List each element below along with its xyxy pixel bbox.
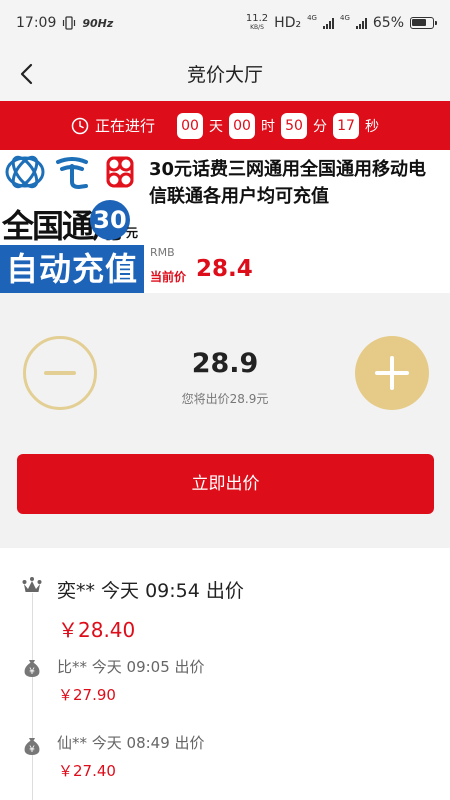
net-type-1: 4G — [307, 14, 317, 22]
product-title: 30元话费三网通用全国通用移动电信联通各用户均可充值 — [149, 159, 427, 207]
currency-label: RMB — [150, 246, 175, 259]
image-amount-unit: 元 — [126, 226, 139, 240]
countdown-seconds: 17 — [333, 112, 359, 139]
history-bidder: 仙** 今天 08:49 出价 — [57, 734, 205, 752]
countdown-label: 正在进行 — [94, 117, 155, 135]
history-amount: ￥28.40 — [58, 618, 136, 642]
crown-icon — [22, 577, 42, 592]
countdown-days-unit: 天 — [209, 118, 223, 135]
svg-text:¥: ¥ — [29, 745, 35, 755]
net-speed: 11.2 KB/S — [246, 14, 268, 32]
clock-icon — [71, 117, 89, 134]
status-time: 17:09 — [16, 15, 57, 31]
history-amount: ￥27.40 — [58, 762, 116, 780]
timeline-line — [32, 593, 33, 800]
bid-history: 奕** 今天 09:54 出价 ￥28.40 ¥ 比** 今天 09:05 出价… — [0, 548, 450, 800]
image-line2: 自动充值 — [0, 245, 144, 293]
hd-indicator: HD₂ — [274, 15, 302, 31]
china-telecom-logo — [56, 157, 88, 190]
countdown-bar: 正在进行 00 天 00 时 50 分 17 秒 — [0, 101, 450, 150]
net-type-2: 4G — [339, 14, 350, 22]
place-bid-button[interactable]: 立即出价 — [17, 454, 434, 514]
status-bar: 17:09 90Hz 11.2 KB/S HD₂ 4G 4G 65% — [0, 0, 450, 46]
signal-icon-1 — [322, 17, 334, 29]
bid-panel: 28.9 您将出价28.9元 立即出价 — [0, 293, 450, 548]
current-price: 28.4 — [196, 256, 253, 282]
signal-icon-2 — [355, 17, 367, 29]
yen-bag-icon: ¥ — [24, 660, 40, 677]
product-card: 全国通用 30 元 自动充值 30元话费三网通用全国通用移动电信联通各用户均可充… — [0, 150, 450, 293]
countdown-days: 00 — [177, 112, 203, 139]
net-speed-unit: KB/S — [250, 24, 264, 31]
increase-bid-button[interactable] — [355, 336, 429, 410]
current-price-label: 当前价 — [150, 270, 187, 284]
china-unicom-logo — [106, 156, 134, 188]
chevron-left-icon[interactable] — [16, 60, 40, 88]
countdown-hours-unit: 时 — [261, 118, 275, 135]
countdown-minutes: 50 — [281, 112, 307, 139]
china-mobile-logo — [5, 155, 45, 189]
nav-bar: 竞价大厅 — [0, 46, 450, 101]
history-amount: ￥27.90 — [58, 686, 116, 704]
countdown-seconds-unit: 秒 — [365, 118, 379, 135]
yen-bag-icon: ¥ — [24, 738, 40, 755]
history-bidder: 比** 今天 09:05 出价 — [57, 658, 205, 676]
battery-percent: 65% — [372, 15, 404, 31]
vibrate-icon — [63, 16, 76, 30]
countdown-hours: 00 — [229, 112, 255, 139]
product-image: 全国通用 30 元 自动充值 — [0, 150, 144, 293]
page-title: 竞价大厅 — [186, 64, 263, 86]
battery-icon — [410, 17, 437, 29]
svg-text:¥: ¥ — [29, 667, 35, 677]
net-speed-value: 11.2 — [245, 13, 269, 24]
refresh-rate: 90Hz — [82, 16, 114, 30]
image-amount: 30 — [90, 200, 130, 240]
countdown-minutes-unit: 分 — [313, 118, 327, 135]
history-bidder: 奕** 今天 09:54 出价 — [57, 580, 244, 602]
